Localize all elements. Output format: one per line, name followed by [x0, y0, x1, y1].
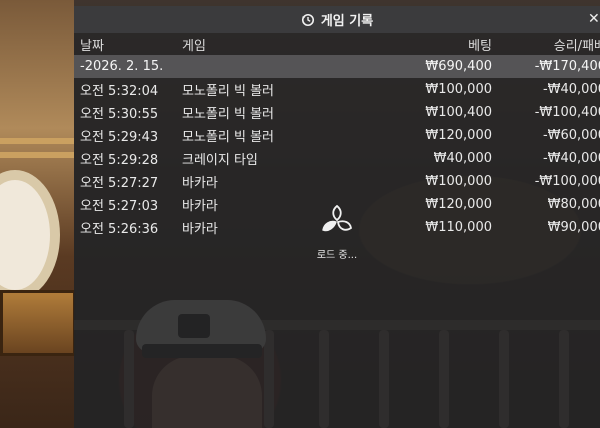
row-time: 오전 5:32:04 [80, 84, 159, 99]
summary-result: -₩170,400 [492, 55, 600, 78]
table-row[interactable]: 오전 5:29:28 크레이지 타임 ₩40,000 -₩40,000 [74, 147, 600, 170]
row-bet: ₩100,000 [425, 174, 492, 189]
row-time: 오전 5:29:28 [80, 153, 159, 168]
history-icon [301, 13, 314, 26]
row-game: 모노폴리 빅 볼러 [182, 84, 274, 99]
sign-decor [0, 290, 76, 356]
row-bet: ₩100,000 [425, 82, 492, 97]
ring-decor [0, 170, 60, 300]
row-game: 바카라 [182, 176, 218, 191]
close-icon[interactable]: ✕ [588, 10, 598, 28]
row-bet: ₩40,000 [433, 151, 492, 166]
row-bet: ₩120,000 [425, 128, 492, 143]
row-result: -₩60,000 [542, 128, 600, 143]
row-game: 모노폴리 빅 볼러 [182, 130, 274, 145]
col-result: 승리/패배 [553, 38, 600, 54]
col-game: 게임 [182, 38, 206, 54]
row-result: -₩100,400 [534, 105, 600, 120]
loading-spinner-icon [322, 204, 352, 232]
table-row[interactable]: 오전 5:32:04 모노폴리 빅 볼러 ₩100,000 -₩40,000 [74, 78, 600, 101]
left-background-decor [0, 0, 76, 428]
col-date: 날짜 [80, 38, 104, 54]
row-game: 크레이지 타임 [182, 153, 258, 168]
game-history-panel: 게임 기록 ✕ 날짜 게임 베팅 승리/패배 -2026. 2. 15. ₩69… [74, 6, 600, 428]
date-summary-row[interactable]: -2026. 2. 15. ₩690,400 -₩170,400 [74, 55, 600, 78]
row-time: 오전 5:29:43 [80, 130, 159, 145]
row-time: 오전 5:27:27 [80, 176, 159, 191]
row-result: -₩100,000 [534, 174, 600, 189]
table-row[interactable]: 오전 5:30:55 모노폴리 빅 볼러 ₩100,400 -₩100,400 [74, 101, 600, 124]
loading-text: 로드 중... [316, 250, 358, 261]
row-result: -₩40,000 [542, 151, 600, 166]
table-row[interactable]: 오전 5:29:43 모노폴리 빅 볼러 ₩120,000 -₩60,000 [74, 124, 600, 147]
row-bet: ₩100,400 [425, 105, 492, 120]
panel-header: 게임 기록 ✕ [74, 6, 600, 33]
panel-title: 게임 기록 [320, 14, 374, 29]
table-row[interactable]: 오전 5:27:27 바카라 ₩100,000 -₩100,000 [74, 170, 600, 193]
row-result: -₩40,000 [542, 82, 600, 97]
summary-date: -2026. 2. 15. [74, 55, 328, 78]
row-game: 모노폴리 빅 볼러 [182, 107, 274, 122]
summary-bet: ₩690,400 [328, 55, 492, 78]
loading-indicator: 로드 중... [74, 202, 600, 261]
col-bet: 베팅 [468, 38, 492, 54]
table-header-row: 날짜 게임 베팅 승리/패배 [74, 33, 600, 55]
row-time: 오전 5:30:55 [80, 107, 159, 122]
